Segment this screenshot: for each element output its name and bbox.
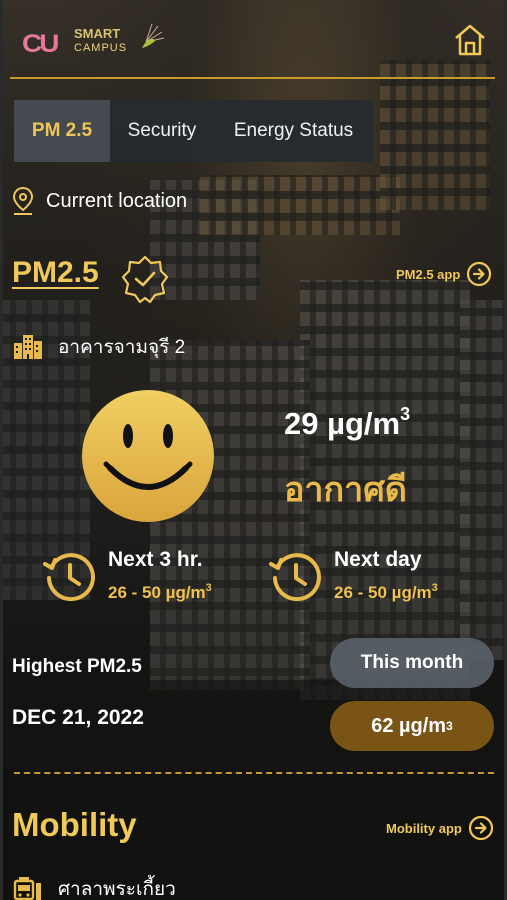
cu-smart-campus-logo[interactable]: CU SMART CAMPUS	[22, 23, 165, 60]
smiley-face-icon	[82, 390, 214, 522]
map-pin-icon	[12, 186, 34, 215]
home-icon[interactable]	[452, 22, 488, 58]
mobility-app-link[interactable]: Mobility app	[386, 815, 494, 841]
arrow-circle-right-icon	[468, 815, 493, 841]
tab-security[interactable]: Security	[110, 100, 214, 162]
period-select-button[interactable]: This month	[330, 638, 494, 688]
mobility-location-name: ศาลาพระเกี้ยว	[58, 879, 176, 900]
tab-energy-status[interactable]: Energy Status	[214, 100, 373, 162]
pm25-current-value: 29 µg/m3	[284, 404, 411, 441]
mobility-title: Mobility	[12, 806, 137, 843]
app-header: CU SMART CAMPUS	[0, 0, 507, 79]
forecast-label: Next 3 hr.	[108, 548, 203, 571]
current-location[interactable]: Current location	[12, 186, 187, 216]
header-divider	[10, 77, 495, 79]
tab-bar: PM 2.5 Security Energy Status	[14, 100, 373, 162]
highest-pm25-date: DEC 21, 2022	[12, 706, 144, 729]
forecast-next-day: Next day 26 - 50 µg/m3	[268, 548, 438, 604]
mobility-app-label: Mobility app	[386, 820, 462, 836]
building-name: อาคารจามจุรี 2	[58, 337, 186, 358]
building-row: อาคารจามจุรี 2	[12, 332, 185, 362]
section-divider	[14, 772, 494, 774]
clock-history-icon	[43, 553, 95, 602]
forecast-next-3hr: Next 3 hr. 26 - 50 µg/m3	[42, 548, 212, 604]
forecast-range: 26 - 50 µg/m3	[108, 582, 212, 602]
tab-pm25[interactable]: PM 2.5	[14, 100, 110, 162]
bus-stop-icon	[13, 877, 41, 900]
forecast-range: 26 - 50 µg/m3	[334, 582, 438, 602]
pm25-app-link[interactable]: PM2.5 app	[396, 261, 492, 287]
highest-pm25-value: 62 µg/m 3	[330, 701, 494, 751]
building-icon	[14, 335, 42, 359]
sparkle-leaf-icon	[142, 23, 165, 48]
logo-line2: CAMPUS	[74, 42, 128, 54]
arrow-circle-right-icon	[467, 261, 492, 287]
logo-mark: CU	[22, 29, 59, 58]
clock-history-icon	[269, 553, 321, 602]
verified-badge-icon	[121, 255, 169, 304]
pm25-title[interactable]: PM2.5	[12, 256, 99, 290]
forecast-label: Next day	[334, 548, 422, 571]
mobility-location-row: ศาลาพระเกี้ยว	[12, 874, 176, 900]
current-location-label: Current location	[46, 189, 188, 212]
highest-pm25-label: Highest PM2.5	[12, 656, 142, 677]
logo-line1: SMART	[74, 26, 121, 41]
pm25-app-label: PM2.5 app	[396, 266, 461, 282]
air-quality-status: อากาศดี	[284, 471, 407, 509]
